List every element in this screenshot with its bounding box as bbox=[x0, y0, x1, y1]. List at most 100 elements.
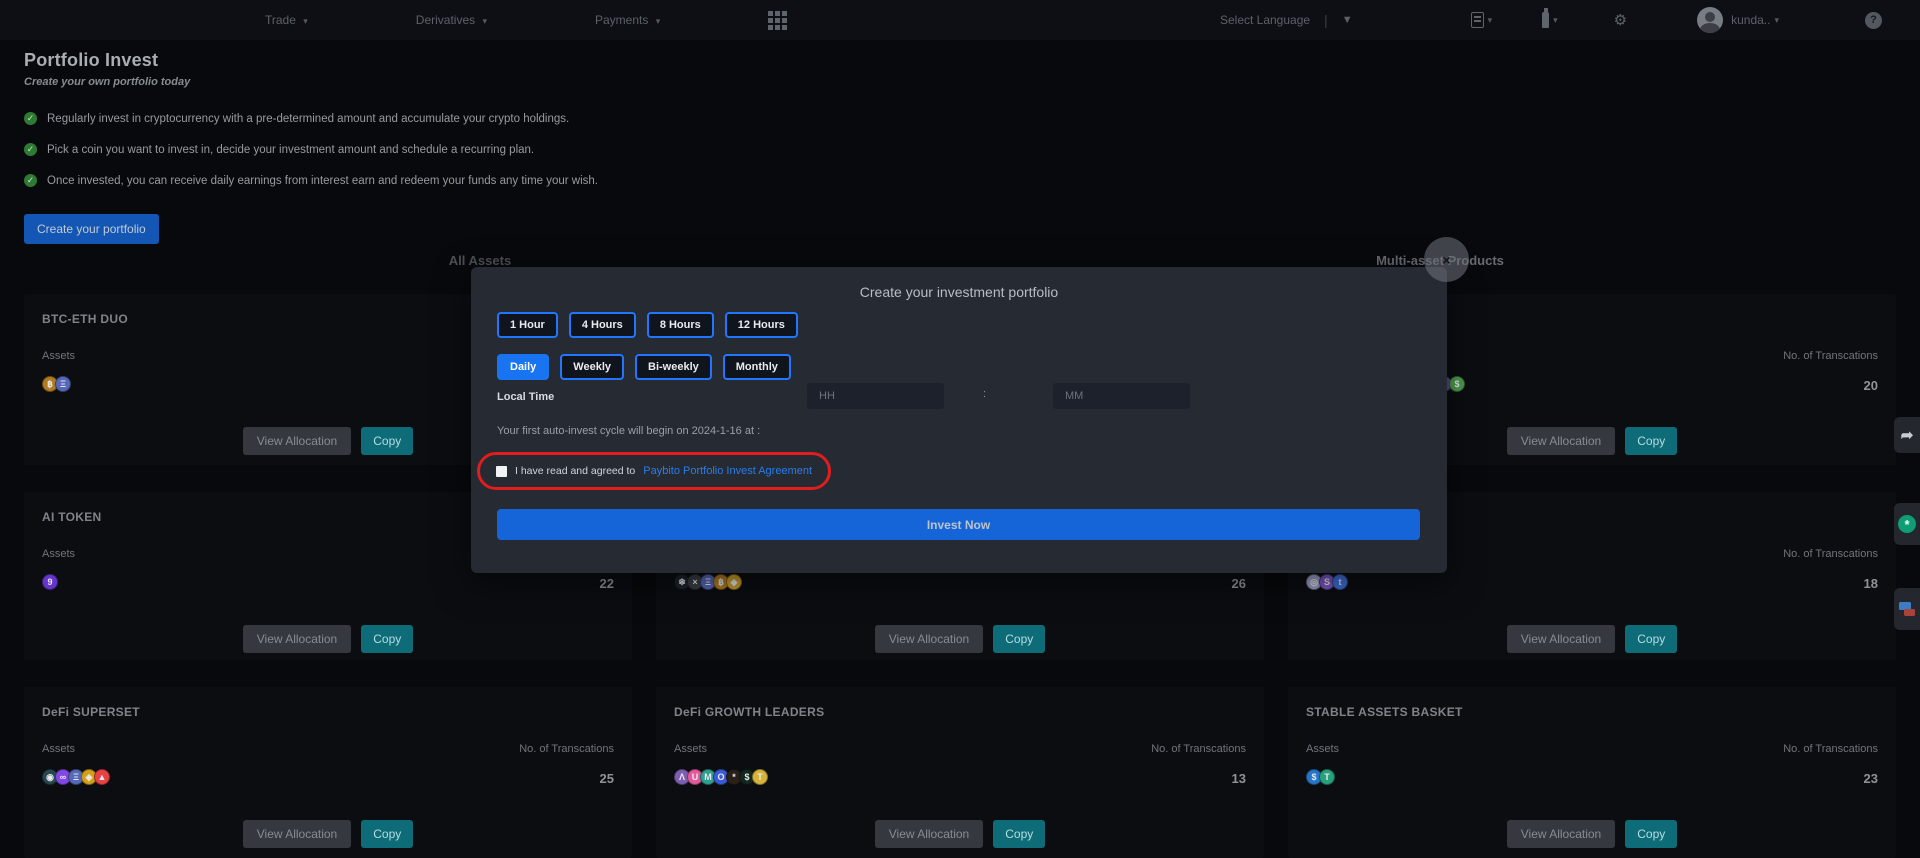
benefit-item-1: ✓Regularly invest in cryptocurrency with… bbox=[24, 112, 598, 125]
copy-button[interactable]: Copy bbox=[1625, 625, 1677, 653]
help-icon: ? bbox=[1870, 14, 1877, 26]
view-allocation-button[interactable]: View Allocation bbox=[1507, 625, 1616, 653]
benefit-text: Regularly invest in cryptocurrency with … bbox=[47, 113, 569, 125]
card-actions: View Allocation Copy bbox=[656, 820, 1264, 848]
agreement-link[interactable]: Paybito Portfolio Invest Agreement bbox=[643, 465, 812, 477]
minute-input[interactable] bbox=[1053, 383, 1190, 409]
interval-button-1-hour[interactable]: 1 Hour bbox=[497, 312, 558, 338]
gear-icon: ⚙ bbox=[1614, 11, 1627, 29]
view-allocation-button[interactable]: View Allocation bbox=[243, 625, 352, 653]
copy-button[interactable]: Copy bbox=[361, 427, 413, 455]
chevron-down-icon: ▾ bbox=[1774, 15, 1779, 26]
settings-button[interactable]: ⚙ bbox=[1614, 11, 1627, 29]
portfolio-card-8: DeFi GROWTH LEADERSAssetsNo. of Transcat… bbox=[656, 687, 1264, 858]
benefit-list: ✓ Regularly invest in cryptocurrency with… bbox=[24, 112, 598, 187]
language-caret-icon[interactable]: ▼ bbox=[1342, 14, 1353, 26]
view-allocation-button[interactable]: View Allocation bbox=[243, 427, 352, 455]
chatgpt-icon: * bbox=[1898, 515, 1916, 533]
interval-button-8-hours[interactable]: 8 Hours bbox=[647, 312, 714, 338]
top-navbar: Trade ▾ Derivatives ▾ Payments ▾ Select La… bbox=[0, 0, 1920, 40]
transactions-count: 13 bbox=[1232, 771, 1246, 786]
close-icon: × bbox=[1442, 252, 1450, 268]
frequency-button-bi-weekly[interactable]: Bi-weekly bbox=[635, 354, 712, 380]
chatgpt-button[interactable]: * bbox=[1894, 503, 1920, 545]
chat-bubbles-icon bbox=[1899, 602, 1915, 616]
chevron-down-icon: ▾ bbox=[656, 16, 661, 26]
divider: | bbox=[1324, 12, 1328, 28]
view-allocation-button[interactable]: View Allocation bbox=[1507, 427, 1616, 455]
copy-button[interactable]: Copy bbox=[993, 820, 1045, 848]
user-menu[interactable]: kunda.. ▾ bbox=[1697, 7, 1779, 33]
transactions-count: 20 bbox=[1864, 378, 1878, 393]
card-actions: View Allocation Copy bbox=[1288, 820, 1896, 848]
transactions-label: No. of Transcations bbox=[1783, 743, 1878, 755]
interval-button-4-hours[interactable]: 4 Hours bbox=[569, 312, 636, 338]
frequency-button-monthly[interactable]: Monthly bbox=[723, 354, 791, 380]
invest-now-button[interactable]: Invest Now bbox=[497, 509, 1420, 540]
page-title: Portfolio Invest bbox=[24, 50, 598, 71]
chevron-down-icon: ▾ bbox=[1488, 15, 1493, 26]
view-allocation-button[interactable]: View Allocation bbox=[875, 820, 984, 848]
asset-coin-row: ฿Ξ bbox=[42, 376, 68, 392]
card-title: STABLE ASSETS BASKET bbox=[1306, 705, 1463, 719]
view-allocation-button[interactable]: View Allocation bbox=[875, 625, 984, 653]
agreement-text: I have read and agreed to bbox=[515, 465, 635, 477]
live-chat-button[interactable] bbox=[1894, 588, 1920, 630]
view-allocation-button[interactable]: View Allocation bbox=[1507, 820, 1616, 848]
apps-grid-icon[interactable] bbox=[768, 11, 787, 30]
card-actions: View Allocation Copy bbox=[656, 625, 1264, 653]
agreement-checkbox[interactable] bbox=[496, 466, 507, 477]
nav-menu-derivatives[interactable]: Derivatives ▾ bbox=[416, 13, 487, 27]
check-circle-icon: ✓ bbox=[24, 143, 37, 156]
orderbook-icon bbox=[1471, 12, 1484, 28]
assets-label: Assets bbox=[42, 350, 75, 362]
language-selector[interactable]: Select Language | ▼ bbox=[1220, 12, 1353, 28]
portfolio-card-7: DeFi SUPERSETAssetsNo. of Transcations◉∞… bbox=[24, 687, 632, 858]
interval-button-12-hours[interactable]: 12 Hours bbox=[725, 312, 798, 338]
frequency-button-daily[interactable]: Daily bbox=[497, 354, 549, 380]
share-button[interactable]: ➦ bbox=[1894, 417, 1920, 453]
coin-icon-coin: T bbox=[752, 769, 768, 785]
view-allocation-button[interactable]: View Allocation bbox=[243, 820, 352, 848]
create-portfolio-button[interactable]: Create your portfolio bbox=[24, 214, 159, 244]
coin-icon-usdt: T bbox=[1319, 769, 1335, 785]
coin-icon-ai-token: 9 bbox=[42, 574, 58, 590]
nav-menu-payments[interactable]: Payments ▾ bbox=[595, 13, 660, 27]
nav-menus: Trade ▾ Derivatives ▾ Payments ▾ bbox=[265, 11, 787, 30]
asset-coin-row: ◎St bbox=[1306, 574, 1345, 590]
frequency-button-weekly[interactable]: Weekly bbox=[560, 354, 624, 380]
help-button[interactable]: ? bbox=[1865, 12, 1882, 29]
transactions-count: 23 bbox=[1864, 771, 1878, 786]
asset-coin-row: $T bbox=[1306, 769, 1332, 785]
copy-button[interactable]: Copy bbox=[1625, 427, 1677, 455]
local-time-label: Local Time bbox=[497, 391, 554, 403]
coin-icon-eth: Ξ bbox=[55, 376, 71, 392]
hour-input[interactable] bbox=[807, 383, 944, 409]
copy-button[interactable]: Copy bbox=[361, 625, 413, 653]
share-icon: ➦ bbox=[1901, 426, 1914, 444]
user-name: kunda.. bbox=[1731, 13, 1770, 27]
hero-section: Portfolio Invest Create your own portfol… bbox=[24, 50, 598, 244]
assets-label: Assets bbox=[42, 743, 75, 755]
hour-interval-options: 1 Hour 4 Hours 8 Hours 12 Hours bbox=[497, 312, 798, 338]
assets-label: Assets bbox=[42, 548, 75, 560]
assets-label: Assets bbox=[674, 743, 707, 755]
tools-button[interactable]: ▾ bbox=[1542, 12, 1558, 28]
benefit-item-3: ✓Once invested, you can receive daily ea… bbox=[24, 174, 598, 187]
page-subtitle: Create your own portfolio today bbox=[24, 76, 598, 88]
copy-button[interactable]: Copy bbox=[993, 625, 1045, 653]
copy-button[interactable]: Copy bbox=[1625, 820, 1677, 848]
orders-button[interactable]: ▾ bbox=[1471, 12, 1493, 28]
coin-icon-avalanche: ▲ bbox=[94, 769, 110, 785]
transactions-label: No. of Transcations bbox=[1783, 350, 1878, 362]
nav-menu-trade[interactable]: Trade ▾ bbox=[265, 13, 308, 27]
card-title: AI TOKEN bbox=[42, 510, 102, 524]
asset-coin-row: 9 bbox=[42, 574, 55, 590]
modal-title: Create your investment portfolio bbox=[471, 284, 1447, 300]
frequency-options: Daily Weekly Bi-weekly Monthly bbox=[497, 354, 791, 380]
card-actions: View Allocation Copy bbox=[1288, 625, 1896, 653]
copy-button[interactable]: Copy bbox=[361, 820, 413, 848]
transactions-label: No. of Transcations bbox=[519, 743, 614, 755]
close-button[interactable]: × bbox=[1424, 237, 1469, 282]
coin-icon-gold-token: ◆ bbox=[726, 574, 742, 590]
